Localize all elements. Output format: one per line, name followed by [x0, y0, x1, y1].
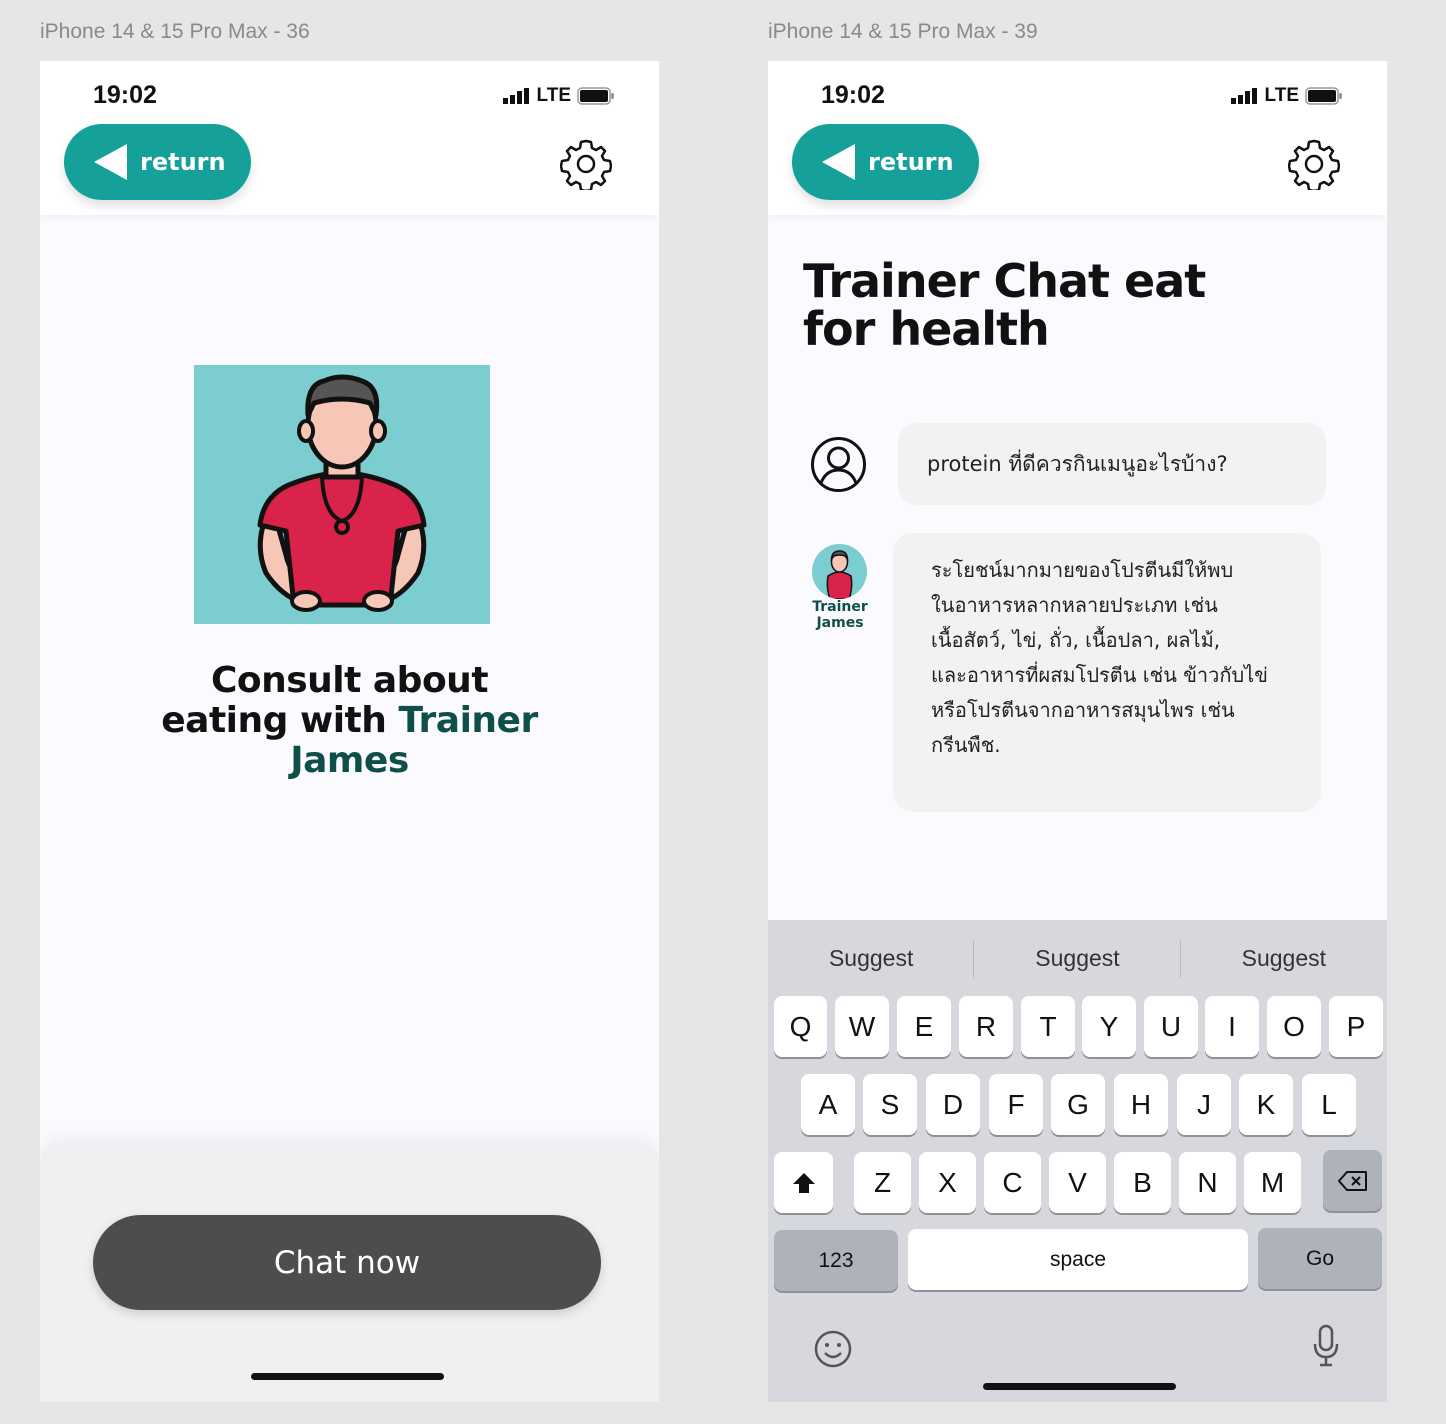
key-n[interactable]: N	[1179, 1152, 1236, 1213]
return-label: return	[140, 148, 226, 176]
suggestion-divider	[973, 940, 974, 978]
trainer-name-line-2: James	[816, 615, 864, 631]
user-message-bubble: protein ที่ดีควรกินเมนูอะไรบ้าง?	[898, 423, 1326, 505]
status-time: 19:02	[93, 81, 157, 109]
chat-now-button[interactable]: Chat now	[93, 1215, 601, 1310]
key-z[interactable]: Z	[854, 1152, 911, 1213]
back-arrow-icon	[94, 144, 127, 180]
trainer-message-line: กรีนพืช.	[931, 733, 1001, 757]
return-button[interactable]: return	[792, 124, 979, 200]
headline-line-3: James	[290, 740, 409, 781]
key-s[interactable]: S	[863, 1074, 917, 1135]
key-c[interactable]: C	[984, 1152, 1041, 1213]
trainer-message-bubble: ระโยชน์มากมายของโปรตีนมีให้พบ ในอาหารหลา…	[893, 533, 1321, 812]
key-g[interactable]: G	[1051, 1074, 1105, 1135]
key-e[interactable]: E	[897, 996, 951, 1057]
key-r[interactable]: R	[959, 996, 1013, 1057]
gear-icon[interactable]	[560, 138, 612, 190]
trainer-message-line: เนื้อสัตว์, ไข่, ถั่ว, เนื้อปลา, ผลไม้,	[931, 628, 1221, 652]
key-l[interactable]: L	[1302, 1074, 1356, 1135]
consult-headline: Consult about eating with Trainer James	[40, 661, 659, 781]
suggestion-bar: Suggest Suggest Suggest	[768, 938, 1387, 978]
phone-screen-consult: 19:02 LTE return Consult about eating wi…	[40, 61, 659, 1402]
emoji-icon[interactable]	[814, 1330, 852, 1368]
key-y[interactable]: Y	[1082, 996, 1136, 1057]
signal-icon	[502, 88, 529, 104]
network-type: LTE	[536, 85, 571, 106]
top-bar: 19:02 LTE return	[768, 61, 1387, 215]
key-a[interactable]: A	[801, 1074, 855, 1135]
status-indicators: LTE	[1230, 85, 1343, 107]
key-b[interactable]: B	[1114, 1152, 1171, 1213]
key-u[interactable]: U	[1144, 996, 1198, 1057]
key-f[interactable]: F	[989, 1074, 1043, 1135]
suggestion-2[interactable]: Suggest	[974, 938, 1180, 978]
shift-icon	[792, 1172, 815, 1193]
status-time: 19:02	[821, 81, 885, 109]
go-key[interactable]: Go	[1258, 1228, 1382, 1289]
key-p[interactable]: P	[1329, 996, 1383, 1057]
trainer-message-line: ระโยชน์มากมายของโปรตีนมีให้พบ	[931, 558, 1234, 582]
headline-line-1: Consult about	[210, 660, 489, 701]
trainer-message-line: ในอาหารหลากหลายประเภท เช่น	[931, 593, 1218, 617]
frame-label-36: iPhone 14 & 15 Pro Max - 36	[40, 20, 310, 43]
back-arrow-icon	[822, 144, 855, 180]
key-o[interactable]: O	[1267, 996, 1321, 1057]
suggestion-1[interactable]: Suggest	[768, 938, 974, 978]
key-q[interactable]: Q	[774, 996, 827, 1057]
key-k[interactable]: K	[1239, 1074, 1293, 1135]
home-indicator	[983, 1383, 1176, 1390]
trainer-name: Trainer James	[804, 599, 876, 631]
key-j[interactable]: J	[1177, 1074, 1231, 1135]
signal-icon	[1230, 88, 1257, 104]
key-d[interactable]: D	[926, 1074, 980, 1135]
numbers-key[interactable]: 123	[774, 1230, 898, 1291]
trainer-message-line: หรือโปรตีนจากอาหารสมุนไพร เช่น	[931, 698, 1235, 722]
on-screen-keyboard: Suggest Suggest Suggest Q W E R T Y U I …	[768, 920, 1387, 1402]
trainer-message-line: และอาหารที่ผสมโปรตีน เช่น ข้าวกับไข่	[931, 663, 1268, 687]
user-message-text: protein ที่ดีควรกินเมนูอะไรบ้าง?	[927, 451, 1228, 476]
headline-line-2: eating with Trainer	[40, 701, 659, 741]
top-bar: 19:02 LTE return	[40, 61, 659, 215]
home-indicator	[251, 1373, 444, 1380]
shift-key[interactable]	[774, 1152, 833, 1213]
backspace-key[interactable]	[1323, 1150, 1382, 1211]
battery-icon	[1305, 87, 1342, 105]
user-icon	[811, 437, 866, 492]
frame-label-39: iPhone 14 & 15 Pro Max - 39	[768, 20, 1038, 43]
key-h[interactable]: H	[1114, 1074, 1168, 1135]
network-type: LTE	[1264, 85, 1299, 106]
status-indicators: LTE	[502, 85, 615, 107]
key-t[interactable]: T	[1021, 996, 1075, 1057]
suggestion-divider	[1180, 940, 1181, 978]
trainer-avatar-illustration	[194, 365, 490, 624]
headline-line-2-prefix: eating with	[161, 700, 399, 741]
space-key[interactable]: space	[908, 1229, 1248, 1290]
key-x[interactable]: X	[919, 1152, 976, 1213]
suggestion-3[interactable]: Suggest	[1181, 938, 1387, 978]
backspace-icon	[1337, 1170, 1367, 1191]
key-w[interactable]: W	[835, 996, 889, 1057]
battery-icon	[577, 87, 614, 105]
chat-title-line-2: for health	[803, 302, 1050, 356]
key-m[interactable]: M	[1244, 1152, 1301, 1213]
phone-screen-chat: 19:02 LTE return Trainer Chat eat for he…	[768, 61, 1387, 1402]
trainer-avatar	[812, 544, 867, 599]
headline-trainer-word: Trainer	[398, 700, 538, 741]
gear-icon[interactable]	[1288, 138, 1340, 190]
trainer-figure-icon	[257, 374, 427, 612]
trainer-mini-icon	[826, 550, 853, 599]
trainer-name-line-1: Trainer	[812, 599, 868, 615]
return-label: return	[868, 148, 954, 176]
mic-icon[interactable]	[1312, 1324, 1340, 1368]
chat-title-line-1: Trainer Chat eat	[803, 254, 1206, 308]
key-v[interactable]: V	[1049, 1152, 1106, 1213]
key-i[interactable]: I	[1205, 996, 1259, 1057]
chat-title: Trainer Chat eat for health	[803, 257, 1303, 353]
return-button[interactable]: return	[64, 124, 251, 200]
